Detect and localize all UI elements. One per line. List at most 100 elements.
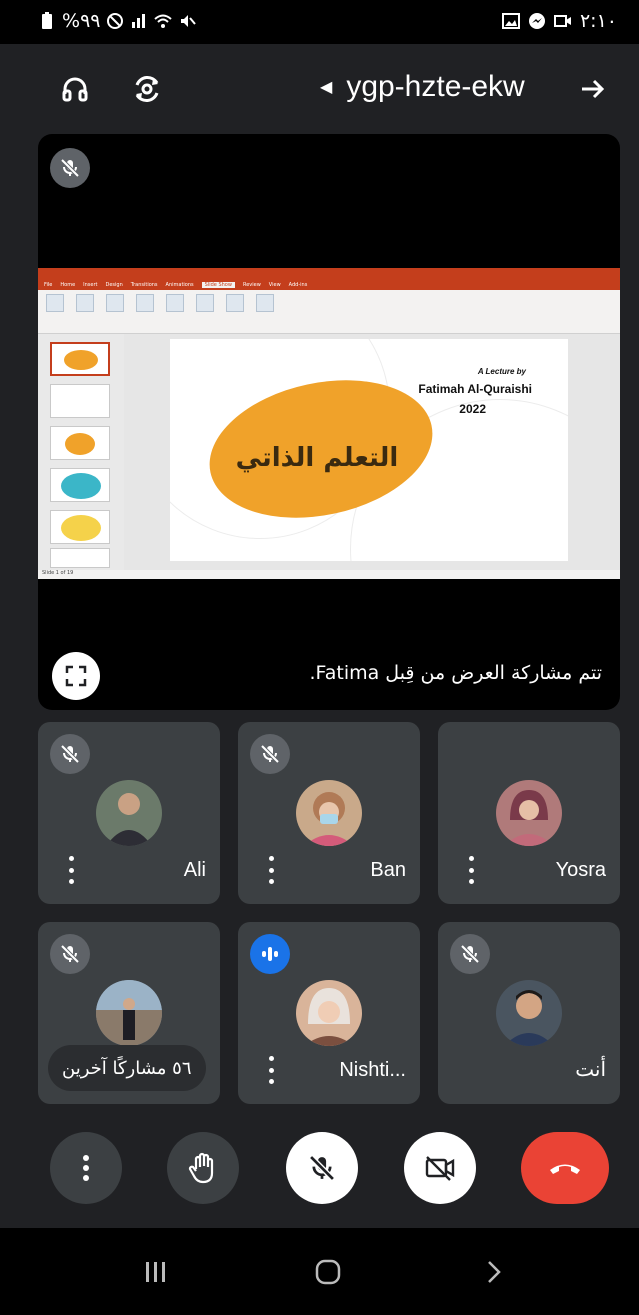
camera-toggle-button[interactable]	[404, 1132, 476, 1204]
status-right: ٢:١٠	[501, 10, 617, 32]
ribbon-button	[46, 294, 64, 312]
ribbon-button	[256, 294, 274, 312]
switch-camera-button[interactable]	[124, 66, 170, 112]
mic-off-badge	[50, 934, 90, 974]
mic-off-icon	[60, 158, 80, 178]
ppt-tab: View	[268, 281, 281, 288]
battery-text: %٩٩	[62, 10, 101, 32]
current-slide: التعلم الذاتي A Lecture by Fatimah Al-Qu…	[170, 339, 568, 561]
wifi-icon	[154, 14, 173, 28]
mic-off-badge	[450, 934, 490, 974]
mic-off-badge	[250, 734, 290, 774]
participant-name: أنت	[575, 1059, 606, 1081]
ribbon-button	[196, 294, 214, 312]
battery-icon	[42, 12, 52, 29]
slide-thumbnail	[50, 426, 110, 460]
participant-tile[interactable]: Ban	[238, 722, 420, 904]
participant-menu-button[interactable]	[66, 856, 76, 884]
ppt-tab: Transitions	[130, 281, 158, 288]
clock: ٢:١٠	[579, 10, 617, 32]
fullscreen-icon	[65, 665, 87, 687]
slide-thumbnail	[50, 510, 110, 544]
top-bar: ◀ ygp-hzte-ekw	[0, 44, 639, 134]
participant-tile[interactable]: Ali	[38, 722, 220, 904]
video-icon	[553, 15, 571, 27]
audio-level-icon	[262, 947, 278, 961]
ppt-tab: Home	[60, 281, 76, 288]
ribbon-button	[226, 294, 244, 312]
camera-off-icon	[425, 1156, 455, 1181]
ppt-status-bar: Slide 1 of 19	[38, 570, 620, 579]
participant-name: Nishti...	[339, 1059, 406, 1081]
ribbon-button	[76, 294, 94, 312]
ppt-tab: Add-ins	[288, 281, 308, 288]
participant-menu-button[interactable]	[266, 856, 276, 884]
participant-tile[interactable]: Nishti...	[238, 922, 420, 1104]
participant-tile[interactable]: Yosra	[438, 722, 620, 904]
ppt-tab: Insert	[83, 281, 98, 288]
mic-off-icon	[309, 1155, 335, 1181]
ppt-tab: Review	[242, 281, 261, 288]
presentation-tile[interactable]: File Home Insert Design Transitions Anim…	[38, 134, 620, 710]
avatar	[96, 980, 162, 1046]
meeting-code[interactable]: ◀ ygp-hzte-ekw	[320, 70, 525, 104]
home-icon	[315, 1259, 341, 1285]
avatar	[296, 780, 362, 846]
gallery-icon	[501, 13, 520, 29]
ribbon-button	[106, 294, 124, 312]
ppt-thumbnail-pane	[38, 334, 124, 570]
ppt-tab-active: Slide Show	[201, 281, 235, 288]
more-vert-icon	[83, 1155, 89, 1181]
ppt-tab: Design	[105, 281, 123, 288]
avatar	[296, 980, 362, 1046]
participant-tile-self[interactable]: أنت	[438, 922, 620, 1104]
presenting-caption: تتم مشاركة العرض من قِبل Fatima.	[309, 662, 603, 684]
mute-icon	[181, 15, 197, 27]
home-button[interactable]	[308, 1252, 348, 1292]
end-call-button[interactable]	[521, 1132, 609, 1204]
system-nav-bar	[0, 1228, 639, 1315]
ppt-title-bar	[38, 268, 620, 279]
participant-menu-button[interactable]	[266, 1056, 276, 1084]
mic-off-icon	[60, 744, 80, 764]
slide-thumbnail	[50, 548, 110, 568]
presenter-mic-off-badge	[50, 148, 90, 188]
status-bar: %٩٩ ٢:١٠	[0, 0, 639, 44]
participant-menu-button[interactable]	[466, 856, 476, 884]
status-left: %٩٩	[38, 10, 197, 32]
participant-name: Yosra	[555, 859, 606, 881]
slide-thumbnail	[50, 468, 110, 502]
slide-year: 2022	[459, 402, 486, 416]
ppt-slide-canvas: التعلم الذاتي A Lecture by Fatimah Al-Qu…	[124, 334, 620, 570]
recent-apps-button[interactable]	[136, 1252, 176, 1292]
mic-off-icon	[60, 944, 80, 964]
switch-camera-icon	[135, 76, 159, 102]
dnd-icon	[107, 13, 124, 29]
meeting-code-text: ygp-hzte-ekw	[346, 70, 525, 103]
signal-icon	[132, 14, 146, 28]
speaking-indicator	[250, 934, 290, 974]
slide-lecture-by: A Lecture by	[477, 367, 526, 376]
slide-thumbnail	[50, 384, 110, 418]
headphones-icon	[62, 77, 88, 102]
shared-screen: File Home Insert Design Transitions Anim…	[38, 268, 620, 579]
chevron-right-icon	[488, 1261, 501, 1283]
arrow-right-icon	[582, 79, 605, 99]
ribbon-button	[166, 294, 184, 312]
ppt-tab: File	[44, 281, 53, 288]
avatar	[96, 780, 162, 846]
raise-hand-icon	[188, 1152, 214, 1184]
raise-hand-button[interactable]	[167, 1132, 239, 1204]
ribbon-button	[136, 294, 154, 312]
more-options-button[interactable]	[50, 1132, 122, 1204]
back-button[interactable]	[474, 1252, 514, 1292]
ppt-ribbon	[38, 290, 620, 334]
other-participants-pill[interactable]: ٥٦ مشاركًا آخرين	[48, 1045, 206, 1091]
mic-off-icon	[460, 944, 480, 964]
avatar	[496, 780, 562, 846]
fullscreen-button[interactable]	[52, 652, 100, 700]
audio-output-button[interactable]	[52, 66, 98, 112]
participant-name: Ali	[183, 859, 206, 881]
microphone-toggle-button[interactable]	[286, 1132, 358, 1204]
forward-button[interactable]	[570, 66, 616, 112]
